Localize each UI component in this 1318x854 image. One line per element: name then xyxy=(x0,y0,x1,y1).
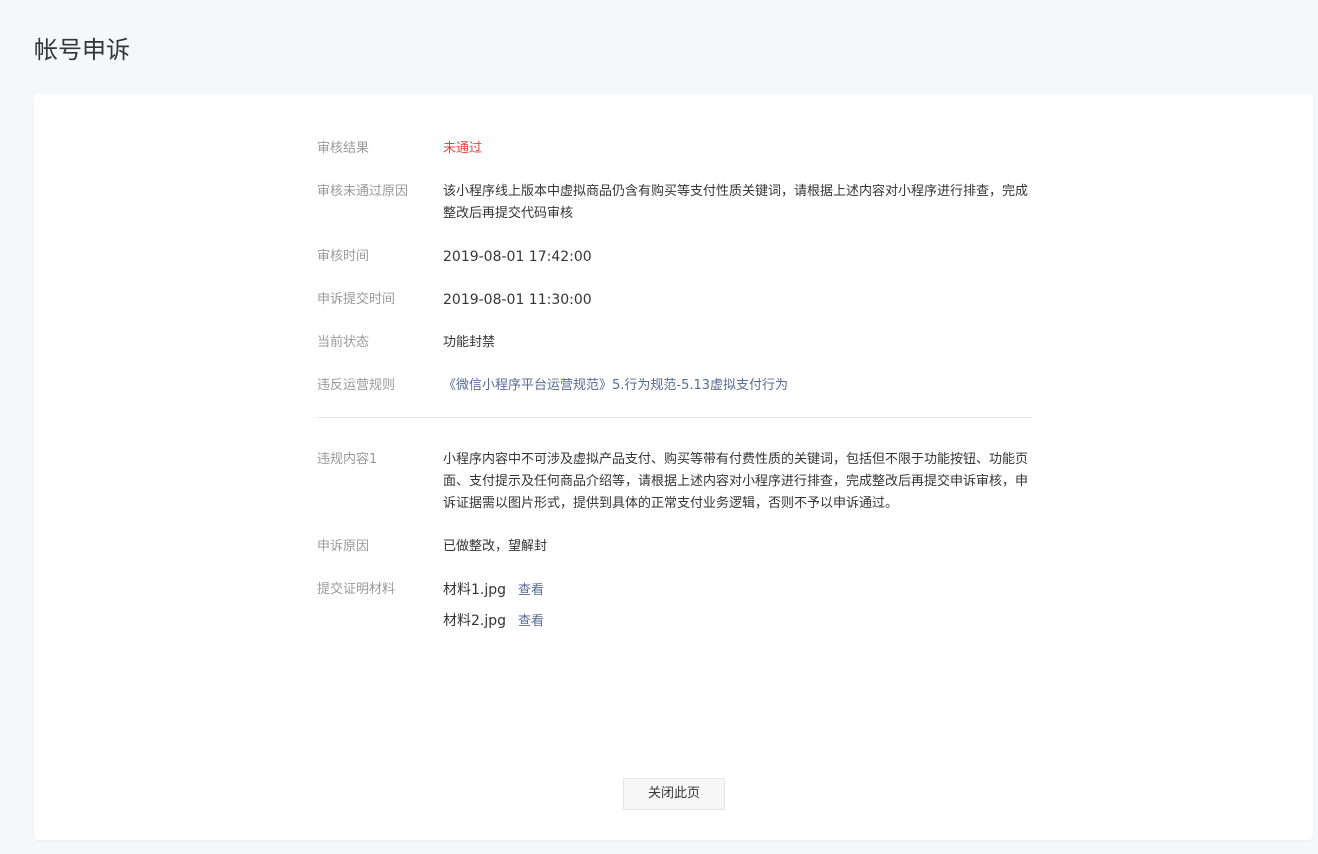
label: 申诉原因 xyxy=(317,539,370,554)
row-result: 审核结果 未通过 xyxy=(317,138,1032,160)
detail-content: 审核结果 未通过 审核未通过原因 该小程序线上版本中虚拟商品仍含有购买等支付性质… xyxy=(317,138,1032,654)
material-list: 材料1.jpg 查看 材料2.jpg 查看 xyxy=(443,579,1032,633)
violation-content: 小程序内容中不可涉及虚拟产品支付、购买等带有付费性质的关键词，包括但不限于功能按… xyxy=(443,452,1029,511)
material-filename: 材料1.jpg xyxy=(443,582,507,598)
view-material-link[interactable]: 查看 xyxy=(518,614,544,629)
view-material-link[interactable]: 查看 xyxy=(518,583,544,598)
current-status: 功能封禁 xyxy=(443,335,496,350)
label: 当前状态 xyxy=(317,335,370,350)
row-appeal-time: 申诉提交时间 2019-08-01 11:30:00 xyxy=(317,289,1032,311)
label: 提交证明材料 xyxy=(317,582,396,597)
material-item: 材料2.jpg 查看 xyxy=(443,610,1032,633)
label: 违反运营规则 xyxy=(317,378,396,393)
label: 审核未通过原因 xyxy=(317,184,409,199)
row-appeal-reason: 申诉原因 已做整改，望解封 xyxy=(317,536,1032,558)
result-status: 未通过 xyxy=(443,141,483,156)
appeal-time: 2019-08-01 11:30:00 xyxy=(443,292,592,308)
label: 审核时间 xyxy=(317,249,370,264)
close-page-button[interactable]: 关闭此页 xyxy=(623,778,725,810)
label: 违规内容1 xyxy=(317,452,378,467)
page-title: 帐号申诉 xyxy=(34,36,130,64)
appeal-reason: 已做整改，望解封 xyxy=(443,539,548,554)
row-status: 当前状态 功能封禁 xyxy=(317,332,1032,354)
divider xyxy=(317,417,1032,418)
review-time: 2019-08-01 17:42:00 xyxy=(443,249,592,265)
appeal-detail-card: 审核结果 未通过 审核未通过原因 该小程序线上版本中虚拟商品仍含有购买等支付性质… xyxy=(34,94,1313,840)
row-review-time: 审核时间 2019-08-01 17:42:00 xyxy=(317,246,1032,268)
label: 审核结果 xyxy=(317,141,370,156)
rule-link[interactable]: 《微信小程序平台运营规范》5.行为规范-5.13虚拟支付行为 xyxy=(443,378,788,393)
row-reason: 审核未通过原因 该小程序线上版本中虚拟商品仍含有购买等支付性质关键词，请根据上述… xyxy=(317,181,1032,225)
row-rule: 违反运营规则 《微信小程序平台运营规范》5.行为规范-5.13虚拟支付行为 xyxy=(317,375,1032,397)
row-violation: 违规内容1 小程序内容中不可涉及虚拟产品支付、购买等带有付费性质的关键词，包括但… xyxy=(317,449,1032,515)
reject-reason: 该小程序线上版本中虚拟商品仍含有购买等支付性质关键词，请根据上述内容对小程序进行… xyxy=(443,184,1029,221)
material-item: 材料1.jpg 查看 xyxy=(443,579,1032,602)
material-filename: 材料2.jpg xyxy=(443,613,507,629)
row-materials: 提交证明材料 材料1.jpg 查看 材料2.jpg 查看 xyxy=(317,579,1032,633)
label: 申诉提交时间 xyxy=(317,292,396,307)
